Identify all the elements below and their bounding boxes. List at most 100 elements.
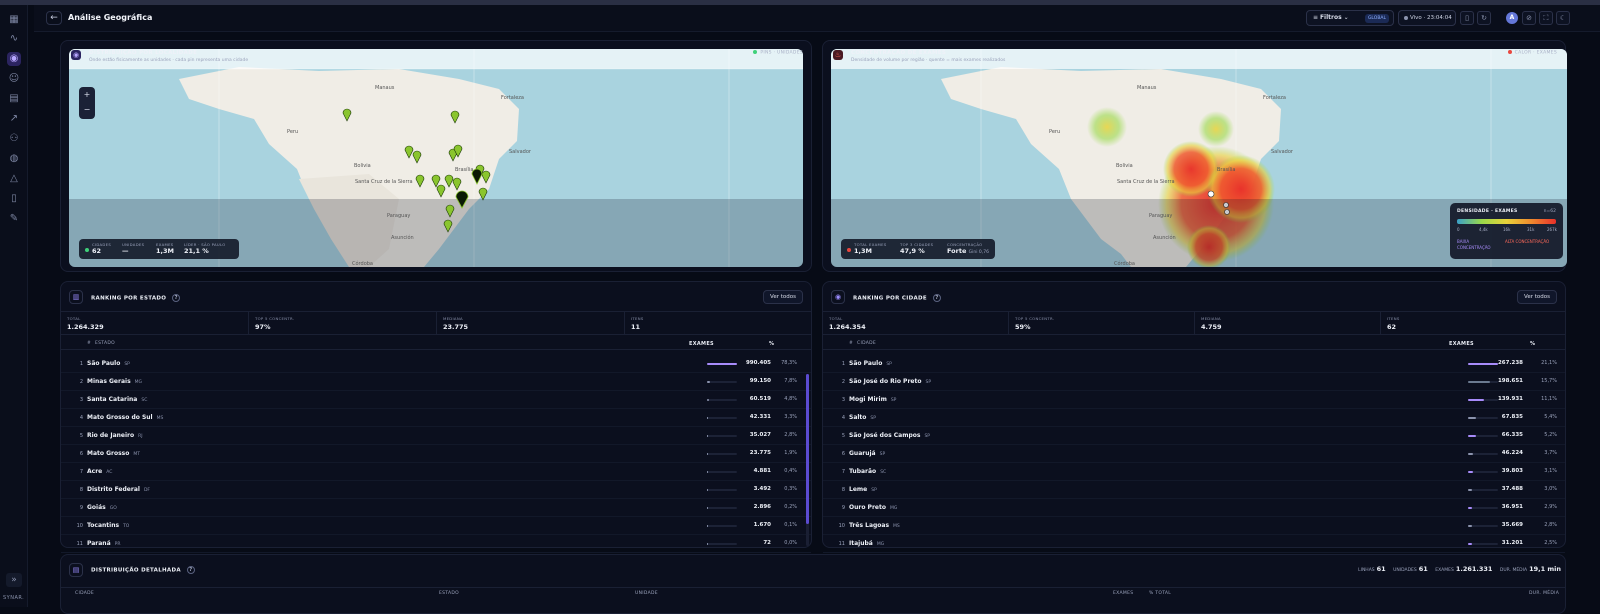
table-row[interactable]: 3 Santa Catarina SC 60.519 4,8%: [61, 391, 811, 409]
place-label: Fortaleza: [501, 95, 524, 101]
chevron-down-icon: ⌄: [1343, 14, 1349, 21]
grid-icon[interactable]: ▦: [7, 13, 21, 27]
table-row[interactable]: 7 Acre AC 4.881 0,4%: [61, 463, 811, 481]
row-pct: 2,5%: [1544, 540, 1557, 546]
filters-scope-badge: GLOBAL: [1364, 14, 1389, 23]
theme-button[interactable]: ☾: [1556, 11, 1570, 25]
table-row[interactable]: 5 Rio de Janeiro RJ 35.027 2,8%: [61, 427, 811, 445]
see-all-button[interactable]: Ver todos: [1517, 290, 1557, 304]
row-name-text: Ouro Preto: [849, 504, 886, 511]
zoom-in-button[interactable]: +: [79, 87, 95, 102]
refresh-button[interactable]: ↻: [1477, 11, 1491, 25]
zoom-out-button[interactable]: −: [79, 102, 95, 117]
col-pct[interactable]: %: [1530, 341, 1535, 347]
stat-value: 21,1 %: [184, 247, 209, 255]
help-icon[interactable]: ?: [932, 294, 941, 302]
row-pct: 11,1%: [1541, 396, 1557, 402]
table-row[interactable]: 9 Ouro Preto MG 36.951 2,9%: [823, 499, 1565, 517]
col-city[interactable]: CIDADE: [75, 591, 94, 596]
help-icon[interactable]: ?: [186, 566, 195, 574]
map-pin-icon: ◉: [831, 290, 845, 304]
col-state[interactable]: ESTADO: [439, 591, 459, 596]
activity-icon[interactable]: ∿: [7, 32, 21, 46]
legend-gradient: [1457, 219, 1556, 224]
col-exams[interactable]: EXAMES: [1449, 341, 1474, 347]
table-row[interactable]: 4 Salto SP 67.835 5,4%: [823, 409, 1565, 427]
table-row[interactable]: 1 São Paulo SP 990.405 78,3%: [61, 355, 811, 373]
globe-icon[interactable]: ◍: [7, 152, 21, 166]
row-name-text: Mato Grosso do Sul: [87, 414, 153, 421]
ranking-header: ◉ RANKING POR CIDADE? Ver todos: [831, 288, 1557, 306]
see-all-button[interactable]: Ver todos: [763, 290, 803, 304]
document-icon[interactable]: ▯: [7, 192, 21, 206]
zoom-control: + −: [79, 87, 95, 119]
avatar[interactable]: A: [1506, 12, 1518, 24]
table-row[interactable]: 11 Itajubá MG 31.201 2,5%: [823, 535, 1565, 553]
row-uf: AC: [106, 470, 113, 475]
table-row[interactable]: 3 Mogi Mirim SP 139.931 11,1%: [823, 391, 1565, 409]
table-row[interactable]: 11 Paraná PR 72 0,0%: [61, 535, 811, 553]
place-label: Bolivia: [1116, 163, 1133, 169]
detail-stats: LINHAS 61 UNIDADES 61 EXAMES 1.261.331 DUR.…: [1358, 565, 1561, 573]
col-pct[interactable]: %: [769, 341, 774, 347]
report-button[interactable]: ▯: [1460, 11, 1474, 25]
map-view-pins[interactable]: Manaus Fortaleza Peru Bolivia Brasília S…: [69, 49, 803, 267]
row-name-text: Paraná: [87, 540, 111, 547]
row-uf: RJ: [138, 434, 143, 439]
table-row[interactable]: 2 São José do Rio Preto SP 198.651 15,7%: [823, 373, 1565, 391]
help-icon[interactable]: ?: [172, 294, 181, 302]
row-pct: 0,1%: [784, 522, 797, 528]
col-exams[interactable]: EXAMES: [689, 341, 714, 347]
ranking-city-card: ◉ RANKING POR CIDADE? Ver todos TOTAL 1.2…: [822, 281, 1566, 553]
bar-chart-icon: ▥: [69, 290, 83, 304]
row-exams: 39.803: [1501, 468, 1523, 474]
scrollbar[interactable]: [806, 374, 809, 546]
status-dot-icon: [847, 248, 851, 252]
map-pin-icon[interactable]: ◉: [7, 52, 21, 66]
place-label: Fortaleza: [1263, 95, 1286, 101]
alert-icon[interactable]: △: [7, 172, 21, 186]
back-button[interactable]: ←: [46, 11, 62, 25]
heat-legend: DENSIDADE · EXAMES n=62 0 4,4k 16k 31k 2…: [1450, 203, 1563, 259]
table-row[interactable]: 10 Três Lagoas MS 35.669 2,8%: [823, 517, 1565, 535]
chart-icon[interactable]: ↗: [7, 112, 21, 126]
table-row[interactable]: 8 Distrito Federal DF 3.492 0,3%: [61, 481, 811, 499]
table-row[interactable]: 9 Goiás GO 2.896 0,2%: [61, 499, 811, 517]
user-add-icon[interactable]: ⚇: [7, 132, 21, 146]
table-row[interactable]: 6 Mato Grosso MT 23.775 1,9%: [61, 445, 811, 463]
table-icon[interactable]: ▤: [7, 92, 21, 106]
row-name: Mato Grosso do Sul MS: [87, 414, 163, 421]
table-row[interactable]: 4 Mato Grosso do Sul MS 42.331 3,3%: [61, 409, 811, 427]
filters-button[interactable]: ≡ Filtros ⌄ GLOBAL: [1306, 10, 1394, 26]
place-label: Córdoba: [1114, 260, 1135, 267]
row-uf: DF: [143, 488, 150, 493]
col-exams[interactable]: EXAMES: [1113, 591, 1133, 596]
stat-value: 47,9 %: [900, 247, 925, 255]
table-row[interactable]: 2 Minas Gerais MG 99.150 7,8%: [61, 373, 811, 391]
table-row[interactable]: 7 Tubarão SC 39.803 3,1%: [823, 463, 1565, 481]
wrench-icon[interactable]: ✎: [7, 212, 21, 226]
expand-sidebar-button[interactable]: »: [6, 573, 22, 587]
row-exams: 36.951: [1501, 504, 1523, 510]
users-icon[interactable]: ☺: [7, 72, 21, 86]
stat-value: 19,1 min: [1529, 565, 1561, 573]
table-row[interactable]: 5 São José dos Campos SP 66.335 5,2%: [823, 427, 1565, 445]
detail-distribution-card: ▤ DISTRIBUIÇÃO DETALHADA? LINHAS 61 UNIDA…: [60, 554, 1566, 614]
page-title: Análise Geográfica: [68, 13, 153, 22]
col-unit[interactable]: UNIDADE: [635, 591, 658, 596]
table-row[interactable]: 1 São Paulo SP 267.238 21,1%: [823, 355, 1565, 373]
hide-button[interactable]: ⊘: [1522, 11, 1536, 25]
table-row[interactable]: 10 Tocantins TO 1.670 0,1%: [61, 517, 811, 535]
col-avg-duration[interactable]: DUR. MÉDIA: [1529, 591, 1559, 596]
stat-value: 61: [1376, 565, 1386, 573]
place-label: Peru: [1049, 129, 1060, 135]
fullscreen-button[interactable]: ⛶: [1539, 11, 1553, 25]
row-pct: 2,8%: [784, 432, 797, 438]
table-row[interactable]: 8 Leme SP 37.488 3,0%: [823, 481, 1565, 499]
status-dot-icon: [85, 248, 89, 252]
ranking-state-card: ▥ RANKING POR ESTADO? Ver todos TOTAL 1.2…: [60, 281, 812, 553]
stat-value: 1.264.354: [829, 323, 866, 331]
live-status: Vivo · 23:04:04: [1398, 10, 1456, 26]
table-row[interactable]: 6 Guarujá SP 46.224 3,7%: [823, 445, 1565, 463]
col-pct-total[interactable]: % TOTAL: [1149, 591, 1171, 596]
